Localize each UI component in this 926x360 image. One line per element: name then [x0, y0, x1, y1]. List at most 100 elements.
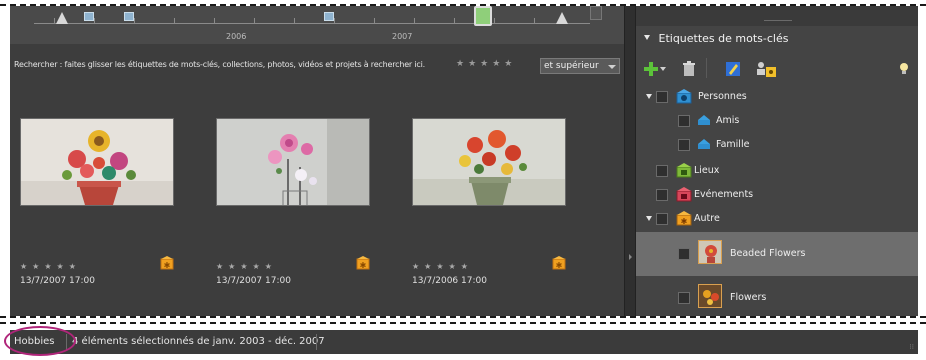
photo-rating-stars[interactable]: ★★★★★ — [20, 262, 81, 271]
panel-splitter[interactable] — [624, 6, 636, 316]
new-tag-plus-icon[interactable] — [642, 60, 660, 78]
tag-other-icon[interactable]: ✱ — [356, 256, 370, 270]
places-tag-icon — [676, 163, 692, 178]
timeline-year-label: 2007 — [392, 32, 413, 41]
svg-text:✱: ✱ — [164, 261, 171, 270]
photo-thumbnail[interactable] — [216, 118, 370, 206]
lightbulb-icon[interactable] — [898, 60, 910, 78]
tag-label: Beaded Flowers — [730, 248, 806, 259]
tag-row-evenements[interactable]: Evénements — [636, 184, 918, 208]
other-tag-icon: ✱ — [676, 211, 692, 226]
rating-filter-select[interactable]: et supérieur — [540, 58, 620, 74]
tag-checkbox[interactable] — [656, 165, 668, 177]
tag-label: Personnes — [698, 91, 747, 102]
tag-checkbox[interactable] — [678, 115, 690, 127]
timeline-tick — [94, 18, 95, 24]
timeline-bar — [324, 12, 334, 21]
timeline-tick — [174, 18, 175, 24]
timeline-scroll-right[interactable] — [590, 6, 602, 20]
search-bar[interactable]: Rechercher : faites glisser les étiquett… — [10, 56, 634, 76]
tag-toolbar — [636, 58, 918, 80]
status-selection-text: 4 éléments sélectionnés de janv. 2003 - … — [72, 336, 325, 347]
tag-label: Evénements — [694, 189, 754, 200]
resize-grip-icon[interactable]: ⁞⁞ — [910, 343, 914, 351]
rating-filter-value: et supérieur — [544, 61, 599, 71]
media-browser: 2006 2007 Rechercher : faites glisser le… — [10, 6, 634, 316]
timeline-tick — [294, 18, 295, 24]
panel-resize-grip[interactable] — [764, 20, 792, 21]
expand-triangle-icon[interactable] — [646, 94, 652, 99]
photo-item[interactable]: ★★★★★ ✱ 13/7/2007 17:00 — [216, 118, 376, 286]
timeline-tick — [534, 18, 535, 24]
timeline[interactable]: 2006 2007 — [10, 6, 634, 44]
chevron-down-icon[interactable] — [659, 60, 667, 78]
tag-row-beaded-flowers[interactable]: Beaded Flowers — [636, 232, 918, 276]
chevron-down-icon — [608, 65, 616, 69]
rating-filter-stars[interactable]: ★★★★★ — [456, 59, 516, 69]
timeline-tick — [454, 18, 455, 24]
timeline-year-label: 2006 — [226, 32, 247, 41]
svg-text:✱: ✱ — [556, 261, 563, 270]
photo-rating-stars[interactable]: ★★★★★ — [216, 262, 277, 271]
tag-other-icon[interactable]: ✱ — [552, 256, 566, 270]
timeline-tick — [254, 18, 255, 24]
status-divider — [316, 334, 317, 350]
tag-row-personnes[interactable]: Personnes — [636, 86, 918, 110]
trash-icon[interactable] — [680, 60, 698, 78]
toolbar-divider — [706, 58, 707, 78]
tag-checkbox[interactable] — [678, 248, 690, 260]
timeline-tick — [374, 18, 375, 24]
timeline-tick — [414, 18, 415, 24]
photo-thumbnail[interactable] — [20, 118, 174, 206]
timeline-tick — [214, 18, 215, 24]
photo-date: 13/7/2006 17:00 — [412, 276, 487, 286]
timeline-start-handle[interactable] — [56, 12, 68, 24]
photo-date: 13/7/2007 17:00 — [20, 276, 95, 286]
svg-text:✱: ✱ — [360, 261, 367, 270]
tag-label: Amis — [716, 115, 740, 126]
tag-row-famille[interactable]: Famille — [636, 134, 918, 158]
torn-edge-middle — [0, 316, 926, 324]
timeline-tick — [54, 18, 55, 24]
status-bar: Hobbies 4 éléments sélectionnés de janv.… — [10, 330, 918, 354]
sub-tag-icon — [698, 115, 710, 125]
tag-checkbox[interactable] — [678, 139, 690, 151]
tag-other-icon[interactable]: ✱ — [160, 256, 174, 270]
people-tag-icon — [676, 89, 692, 104]
tag-label: Flowers — [730, 292, 767, 303]
tag-checkbox[interactable] — [678, 292, 690, 304]
tag-row-flowers[interactable]: Flowers — [636, 276, 918, 316]
photo-rating-stars[interactable]: ★★★★★ — [412, 262, 473, 271]
timeline-end-handle[interactable] — [556, 12, 568, 24]
tag-checkbox[interactable] — [656, 91, 668, 103]
tag-row-lieux[interactable]: Lieux — [636, 160, 918, 184]
tag-people-icon[interactable] — [754, 60, 778, 78]
panel-top-bar — [636, 6, 918, 26]
tag-checkbox[interactable] — [656, 213, 668, 225]
timeline-bar — [84, 12, 94, 21]
expand-triangle-icon[interactable] — [646, 216, 652, 221]
photo-tag-thumbnail — [698, 284, 722, 308]
photo-date: 13/7/2007 17:00 — [216, 276, 291, 286]
splitter-grip-icon[interactable] — [629, 254, 632, 260]
timeline-tick — [494, 18, 495, 24]
timeline-tick — [334, 18, 335, 24]
photo-item[interactable]: ★★★★★ ✱ 13/7/2006 17:00 — [412, 118, 572, 286]
timeline-tick — [134, 18, 135, 24]
timeline-slider[interactable] — [474, 6, 492, 26]
keyword-tags-panel: Etiquettes de mots-clés Personnes Amis F… — [636, 6, 918, 316]
sub-tag-icon — [698, 139, 710, 149]
tag-row-autre[interactable]: ✱ Autre — [636, 208, 918, 232]
timeline-bar — [124, 12, 134, 21]
photo-item[interactable]: ★★★★★ ✱ 13/7/2007 17:00 — [20, 118, 180, 286]
panel-header[interactable]: Etiquettes de mots-clés — [636, 32, 918, 50]
collapse-triangle-icon[interactable] — [644, 35, 650, 40]
tag-label: Famille — [716, 139, 750, 150]
timeline-track[interactable] — [34, 10, 590, 24]
photo-tag-thumbnail — [698, 240, 722, 264]
tag-row-amis[interactable]: Amis — [636, 110, 918, 134]
photo-thumbnail[interactable] — [412, 118, 566, 206]
edit-tag-icon[interactable] — [724, 60, 742, 78]
tag-checkbox[interactable] — [656, 189, 668, 201]
torn-edge-top — [0, 0, 926, 6]
